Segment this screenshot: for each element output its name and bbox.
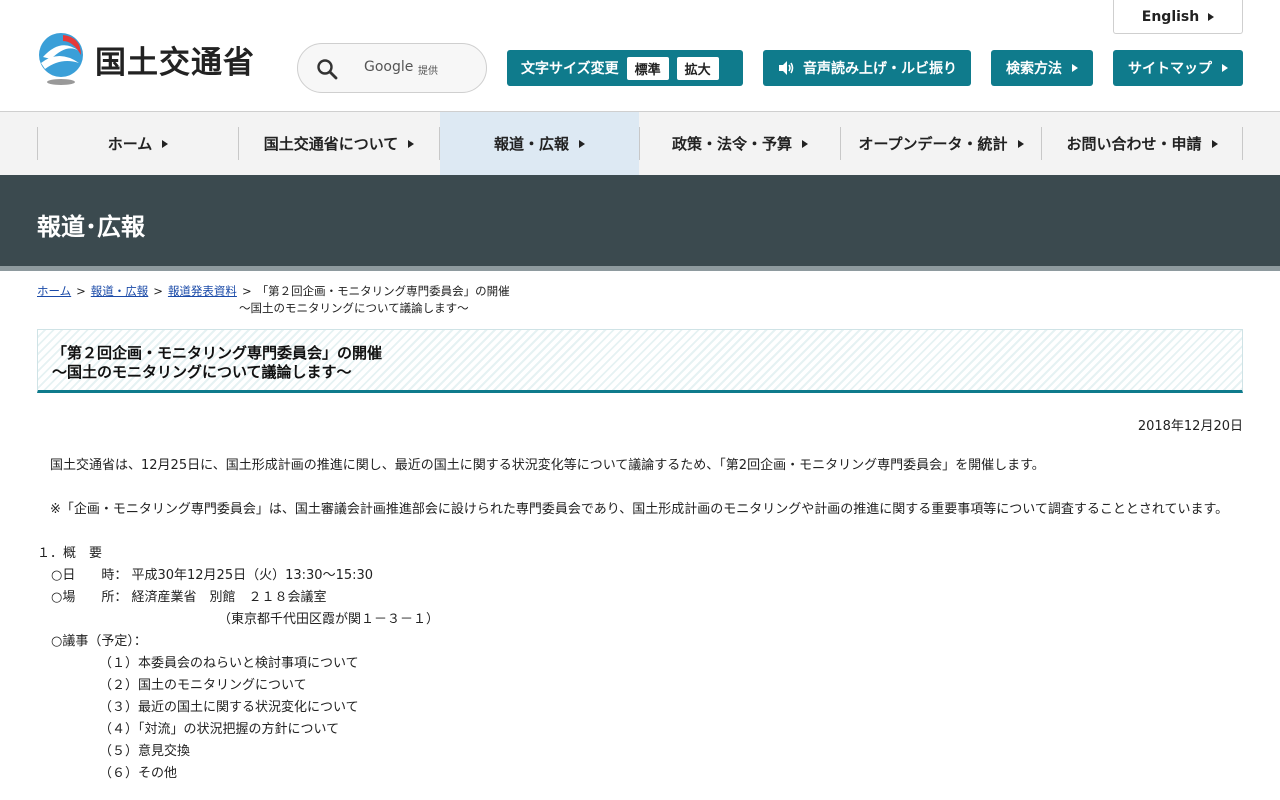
- site-search[interactable]: Google 提供: [297, 43, 487, 93]
- nav-item-label: 政策・法令・予算: [671, 135, 792, 153]
- arrow-right-icon: [1222, 64, 1228, 72]
- breadcrumb: ホーム > 報道・広報 > 報道発表資料 > 「第２回企画・モニタリング専門委員会」の開催 …: [37, 283, 737, 317]
- arrow-right-icon: [162, 139, 169, 148]
- article-title-line2: ～国土のモニタリングについて議論します～: [52, 363, 352, 381]
- sitemap-label: サイトマップ: [1128, 61, 1212, 77]
- arrow-right-icon: [1211, 139, 1218, 148]
- breadcrumb-current: 「第２回企画・モニタリング専門委員会」の開催: [256, 284, 510, 298]
- article-paragraph: 国土交通省は、12月25日に、国土形成計画の推進に関し、最近の国土に関する状況変…: [50, 458, 1045, 473]
- agenda-item: （３）最近の国土に関する状況変化について: [99, 700, 359, 715]
- nav-item-label: お問い合わせ・申請: [1066, 135, 1202, 153]
- nav-item-home[interactable]: ホーム: [38, 112, 238, 175]
- meeting-address: （東京都千代田区霞が関１－３－１）: [218, 612, 440, 627]
- article-title: 「第２回企画・モニタリング専門委員会」の開催 ～国土のモニタリングについて議論し…: [52, 344, 382, 382]
- breadcrumb-separator: >: [153, 284, 163, 298]
- nav-item-contact[interactable]: お問い合わせ・申請: [1042, 112, 1242, 175]
- nav-item-label: 報道・広報: [493, 135, 569, 153]
- english-link[interactable]: English: [1113, 0, 1243, 34]
- arrow-right-icon: [579, 139, 585, 148]
- agenda-item: （６）その他: [99, 766, 178, 781]
- site-logo[interactable]: 国土交通省: [37, 33, 255, 85]
- breadcrumb-releases-link[interactable]: 報道発表資料: [168, 284, 237, 298]
- article-title-line1: 「第２回企画・モニタリング専門委員会」の開催: [52, 344, 383, 362]
- agenda-item: （４）「対流」の状況把握の方針について: [99, 722, 340, 737]
- breadcrumb-separator: >: [76, 284, 86, 298]
- meeting-place: ○場 所： 経済産業省 別館 ２１８会議室: [51, 590, 327, 605]
- font-size-standard-button[interactable]: 標準: [626, 56, 669, 80]
- font-size-label: 文字サイズ変更: [521, 61, 619, 77]
- search-method-button[interactable]: 検索方法: [991, 50, 1093, 86]
- org-name: 国土交通省: [95, 44, 255, 81]
- agenda-item: （１）本委員会のねらいと検討事項について: [99, 656, 359, 671]
- global-nav: ホーム 国土交通省について 報道・広報 政策・法令・予算 オープンデータ・統計 …: [0, 112, 1280, 175]
- speech-ruby-label: 音声読み上げ・ルビ振り: [803, 61, 957, 77]
- article-note: ※「企画・モニタリング専門委員会」は、国土審議会計画推進部会に設けられた専門委員…: [50, 502, 1229, 517]
- breadcrumb-home-link[interactable]: ホーム: [37, 284, 71, 298]
- sitemap-button[interactable]: サイトマップ: [1113, 50, 1243, 86]
- mlit-logo-icon: [37, 33, 85, 85]
- breadcrumb-current-subtitle: ～国土のモニタリングについて議論します～: [239, 301, 469, 315]
- article-date: 2018年12月20日: [1137, 419, 1243, 434]
- provided-label: 提供: [418, 66, 438, 77]
- speaker-icon: [779, 61, 794, 75]
- arrow-right-icon: [802, 139, 808, 148]
- font-size-large-button[interactable]: 拡大: [676, 56, 719, 80]
- meeting-date: ○日 時： 平成30年12月25日（火）13:30～15:30: [51, 568, 374, 583]
- arrow-right-icon: [1072, 64, 1078, 72]
- nav-item-label: オープンデータ・統計: [858, 135, 1008, 153]
- arrow-right-icon: [1208, 12, 1215, 21]
- font-size-control: 文字サイズ変更 標準 拡大: [507, 50, 743, 86]
- article-body: 国土交通省は、12月25日に、国土形成計画の推進に関し、最近の国土に関する状況変…: [37, 455, 1243, 785]
- section-heading: １．概 要: [37, 546, 103, 561]
- speech-ruby-button[interactable]: 音声読み上げ・ルビ振り: [763, 50, 971, 86]
- breadcrumb-press-link[interactable]: 報道・広報: [91, 284, 149, 298]
- nav-item-policy[interactable]: 政策・法令・予算: [640, 112, 840, 175]
- nav-item-label: 国土交通省について: [263, 135, 399, 153]
- english-label: English: [1141, 8, 1200, 25]
- nav-divider: [1242, 127, 1243, 160]
- arrow-right-icon: [408, 139, 415, 148]
- arrow-right-icon: [1017, 139, 1024, 148]
- site-header: 国土交通省 Google 提供 文字サイズ変更 標準 拡大 音声読み上げ・ルビ振…: [0, 0, 1280, 112]
- section-banner: 報道･広報: [0, 175, 1280, 271]
- breadcrumb-separator: >: [241, 284, 252, 298]
- nav-item-label: ホーム: [107, 135, 153, 153]
- agenda-item: （２）国土のモニタリングについて: [99, 678, 307, 693]
- section-title: 報道･広報: [37, 213, 145, 241]
- agenda-item: （５）意見交換: [99, 744, 191, 759]
- search-method-label: 検索方法: [1006, 61, 1062, 77]
- search-icon[interactable]: [316, 58, 338, 80]
- nav-item-opendata[interactable]: オープンデータ・統計: [841, 112, 1041, 175]
- nav-item-about[interactable]: 国土交通省について: [239, 112, 439, 175]
- agenda-heading: ○議事（予定）：: [51, 634, 147, 649]
- google-label: Google: [364, 59, 414, 75]
- article-title-box: 「第２回企画・モニタリング専門委員会」の開催 ～国土のモニタリングについて議論し…: [37, 329, 1243, 393]
- nav-item-press[interactable]: 報道・広報: [440, 112, 639, 175]
